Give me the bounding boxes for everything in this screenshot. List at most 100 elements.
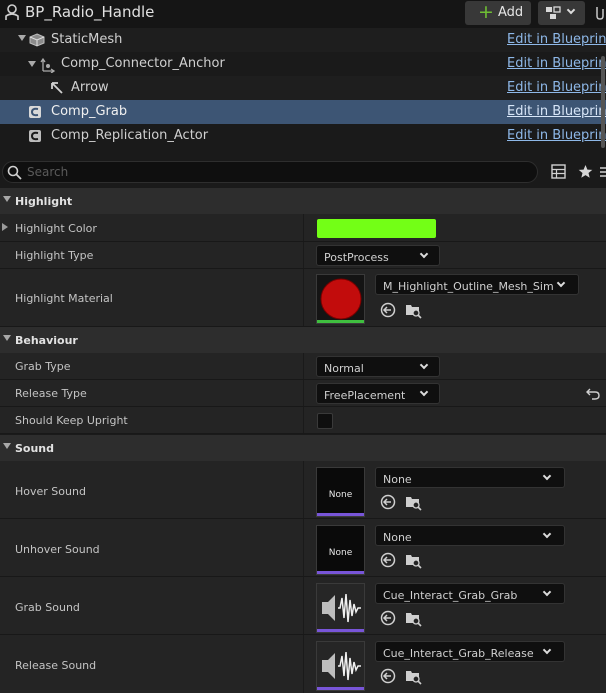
dropdown-value: None	[383, 531, 412, 544]
color-swatch[interactable]	[317, 219, 436, 238]
expand-arrow-icon[interactable]	[28, 61, 36, 67]
browse-asset-icon[interactable]	[404, 301, 422, 319]
dropdown-value: FreePlacement	[324, 389, 406, 402]
grab-sound-dropdown[interactable]: Cue_Interact_Grab_Grab	[375, 583, 565, 604]
sound-thumbnail[interactable]: None	[316, 467, 365, 517]
column-divider	[303, 635, 304, 693]
dropdown-value: Normal	[324, 362, 364, 375]
material-thumbnail[interactable]	[316, 274, 365, 324]
chevron-down-icon	[542, 529, 552, 539]
chevron-down-icon	[542, 587, 552, 597]
expand-arrow-icon[interactable]	[18, 35, 26, 41]
browse-asset-icon[interactable]	[404, 609, 422, 627]
material-type-bar	[317, 320, 364, 323]
browse-asset-icon[interactable]	[404, 551, 422, 569]
tree-item-label: StaticMesh	[51, 32, 123, 47]
highlight-type-dropdown[interactable]: PostProcess	[316, 245, 440, 266]
asset-type-bar	[317, 513, 364, 516]
edit-in-blueprint-link[interactable]: Edit in Blueprint	[507, 104, 606, 119]
static-mesh-icon	[29, 33, 45, 47]
prop-label: Highlight Color	[15, 222, 97, 235]
grid-view-icon[interactable]	[551, 164, 566, 179]
prop-label: Release Sound	[15, 659, 97, 672]
edit-in-blueprint-link[interactable]: Edit in Blueprint	[507, 56, 606, 71]
column-divider	[303, 380, 304, 406]
prop-row-highlight-type: Highlight Type PostProcess	[0, 242, 606, 269]
section-title: Behaviour	[15, 334, 78, 347]
unhover-sound-dropdown[interactable]: None	[375, 525, 565, 546]
use-selected-icon[interactable]	[379, 493, 397, 511]
component-icon	[29, 106, 41, 118]
collapse-arrow-icon	[3, 443, 11, 449]
tree-row-comp-replication[interactable]: Comp_Replication_Actor Edit in Blueprint	[0, 124, 606, 148]
prop-row-highlight-material: Highlight Material M_Highlight_Outline_M…	[0, 269, 606, 327]
edit-in-blueprint-link[interactable]: Edit in Blueprint	[507, 80, 606, 95]
column-divider	[303, 214, 304, 241]
edit-in-blueprint-link[interactable]: Edit in Blueprint	[507, 32, 606, 47]
thumbnail-none-label: None	[328, 548, 353, 558]
release-type-dropdown[interactable]: FreePlacement	[316, 383, 440, 404]
search-box[interactable]	[2, 161, 538, 183]
hierarchy-icon	[546, 6, 561, 19]
collapse-arrow-icon	[3, 196, 11, 202]
expand-arrow-icon[interactable]	[2, 223, 8, 231]
section-title: Highlight	[15, 195, 73, 208]
edit-in-blueprint-link[interactable]: Edit in Blueprint	[507, 128, 606, 143]
browse-asset-icon[interactable]	[404, 667, 422, 685]
blueprint-options-button[interactable]	[538, 1, 585, 25]
dropdown-value: PostProcess	[324, 251, 389, 264]
reset-to-default-icon[interactable]	[586, 388, 600, 400]
release-sound-dropdown[interactable]: Cue_Interact_Grab_Release	[375, 641, 565, 662]
asset-type-bar	[317, 687, 364, 690]
chevron-down-icon	[556, 278, 566, 288]
use-selected-icon[interactable]	[379, 551, 397, 569]
sound-thumbnail[interactable]	[316, 641, 365, 691]
material-sphere-icon	[320, 278, 362, 320]
chevron-down-icon	[419, 387, 429, 397]
prop-row-keep-upright: Should Keep Upright	[0, 407, 606, 434]
tree-row-comp-grab[interactable]: Comp_Grab Edit in Blueprint	[0, 100, 606, 124]
material-asset-dropdown[interactable]: M_Highlight_Outline_Mesh_Simple	[375, 274, 579, 295]
prop-label: Grab Sound	[15, 601, 80, 614]
column-divider	[303, 577, 304, 634]
prop-row-release-sound: Release Sound Cue_Interact_Grab_Release	[0, 635, 606, 693]
dropdown-value: None	[383, 473, 412, 486]
browse-asset-icon[interactable]	[404, 493, 422, 511]
prop-row-highlight-color: Highlight Color	[0, 214, 606, 242]
dropdown-value: Cue_Interact_Grab_Grab	[383, 589, 518, 602]
paperclip-icon[interactable]	[594, 4, 606, 20]
tree-row-static-mesh[interactable]: StaticMesh Edit in Blueprint	[0, 28, 606, 52]
prop-label: Highlight Type	[15, 249, 94, 262]
section-header-sound[interactable]: Sound	[0, 435, 606, 461]
use-selected-icon[interactable]	[379, 301, 397, 319]
section-header-highlight[interactable]: Highlight	[0, 188, 606, 214]
tree-row-connector-anchor[interactable]: Comp_Connector_Anchor Edit in Blueprint	[0, 52, 606, 76]
search-input[interactable]	[27, 164, 527, 180]
grab-type-dropdown[interactable]: Normal	[316, 356, 440, 377]
tree-item-label: Arrow	[71, 80, 109, 95]
anchor-icon	[40, 57, 56, 73]
column-divider	[303, 461, 304, 518]
keep-upright-checkbox[interactable]	[317, 413, 333, 429]
tree-scrollbar[interactable]	[601, 56, 605, 148]
chevron-down-icon	[566, 5, 576, 15]
sound-cue-icon	[322, 651, 361, 681]
use-selected-icon[interactable]	[379, 609, 397, 627]
sound-thumbnail[interactable]	[316, 583, 365, 633]
settings-icon[interactable]	[600, 166, 606, 178]
hover-sound-dropdown[interactable]: None	[375, 467, 565, 488]
tree-row-arrow[interactable]: Arrow Edit in Blueprint	[0, 76, 606, 100]
section-header-behaviour[interactable]: Behaviour	[0, 327, 606, 353]
column-divider	[303, 519, 304, 576]
add-component-button[interactable]: + Add	[465, 1, 531, 25]
prop-label: Grab Type	[15, 360, 71, 373]
use-selected-icon[interactable]	[379, 667, 397, 685]
column-divider	[303, 269, 304, 326]
chevron-down-icon	[542, 645, 552, 655]
sound-thumbnail[interactable]: None	[316, 525, 365, 575]
prop-row-hover-sound: Hover Sound None None	[0, 461, 606, 519]
tree-item-label: Comp_Connector_Anchor	[61, 56, 225, 71]
chevron-down-icon	[419, 360, 429, 370]
star-icon[interactable]	[578, 164, 593, 179]
blueprint-title: BP_Radio_Handle	[25, 3, 155, 21]
